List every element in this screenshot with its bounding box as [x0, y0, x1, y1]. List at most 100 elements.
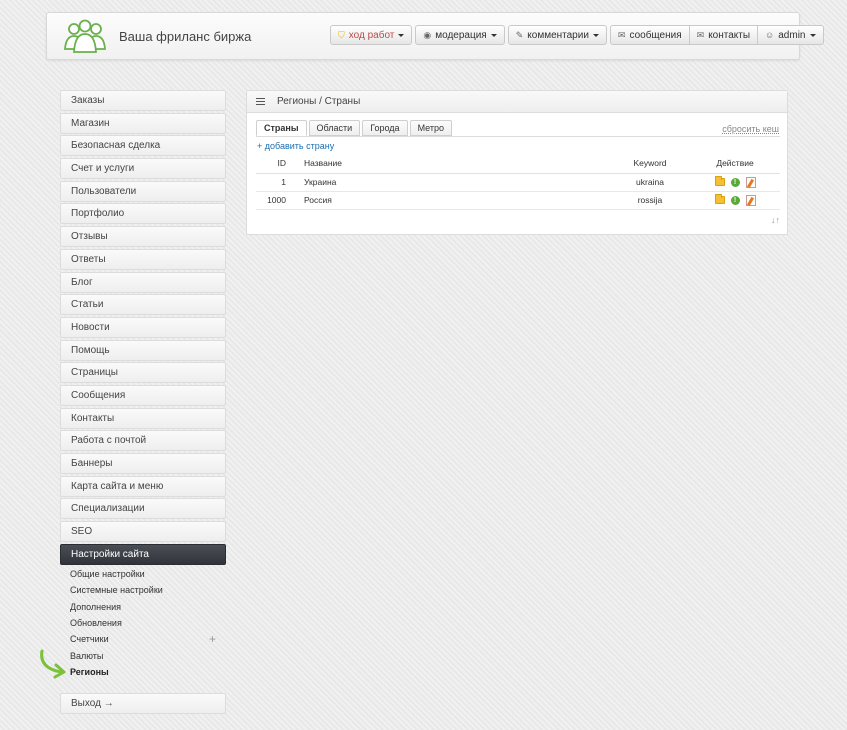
nav-user-group: ✉ сообщения ✉ контакты ☺ admin	[609, 25, 824, 45]
submenu-item-extensions[interactable]: Дополнения	[60, 599, 226, 615]
submenu-item-general[interactable]: Общие настройки	[60, 566, 226, 582]
nav-messages-label: сообщения	[629, 29, 682, 41]
column-header-name[interactable]: Название	[300, 154, 610, 174]
nav-moderation-button[interactable]: ◉ модерация	[415, 25, 505, 45]
nav-progress-button[interactable]: ⛉ ход работ	[330, 25, 413, 45]
toggle-icon[interactable]: !	[730, 177, 740, 187]
sidebar-item-seo[interactable]: SEO	[60, 521, 226, 543]
sidebar-item-articles[interactable]: Статьи	[60, 294, 226, 316]
sidebar-item-mail[interactable]: Работа с почтой	[60, 430, 226, 452]
submenu-item-counters[interactable]: Счетчики +	[60, 631, 226, 647]
chevron-down-icon	[398, 33, 405, 37]
submenu-item-updates[interactable]: Обновления	[60, 615, 226, 631]
toggle-icon[interactable]: !	[730, 195, 740, 205]
cell-name: Россия	[300, 191, 610, 210]
cell-keyword: rossija	[610, 191, 690, 210]
top-navigation: ⛉ ход работ ◉ модерация ✎ комментарии ✉ …	[330, 25, 824, 45]
tab-metro[interactable]: Метро	[409, 120, 453, 136]
column-header-id[interactable]: ID	[256, 154, 300, 174]
submenu-item-label: Счетчики	[70, 634, 109, 645]
logout-button[interactable]: Выход →	[60, 693, 226, 714]
logo-icon[interactable]	[62, 19, 108, 55]
panel-header: Регионы / Страны	[247, 91, 787, 113]
nav-comments-label: комментарии	[527, 29, 589, 41]
nav-contacts-label: контакты	[708, 29, 751, 41]
sort-icon[interactable]: ↓↑	[771, 215, 780, 225]
reset-cache-link[interactable]: сбросить кеш	[722, 124, 779, 134]
submenu-item-label: Регионы	[70, 666, 109, 677]
curved-arrow-icon	[40, 649, 66, 679]
folder-icon[interactable]	[714, 194, 725, 204]
site-title[interactable]: Ваша фриланс биржа	[119, 29, 251, 44]
sidebar-item-blog[interactable]: Блог	[60, 271, 226, 293]
tabs-divider	[256, 136, 780, 137]
cell-id: 1000	[256, 191, 300, 210]
nav-admin-label: admin	[778, 29, 806, 41]
submenu-item-label: Обновления	[70, 618, 122, 629]
sidebar-item-site-settings[interactable]: Настройки сайта	[60, 543, 226, 565]
cell-name: Украина	[300, 173, 610, 192]
chevron-down-icon	[592, 33, 599, 37]
submenu-item-label: Общие настройки	[70, 569, 145, 580]
edit-icon[interactable]	[745, 194, 756, 206]
cell-actions: !	[690, 191, 780, 210]
breadcrumb: Регионы / Страны	[277, 96, 361, 107]
table-row: 1 Украина ukraina !	[256, 173, 780, 192]
column-header-keyword[interactable]: Keyword	[610, 154, 690, 174]
sidebar-item-pages[interactable]: Страницы	[60, 362, 226, 384]
nav-admin-button[interactable]: ☺ admin	[758, 25, 824, 45]
cell-id: 1	[256, 173, 300, 192]
envelope-icon: ✉	[617, 29, 626, 40]
tab-regions[interactable]: Области	[308, 120, 361, 136]
table-row: 1000 Россия rossija !	[256, 191, 780, 210]
cell-keyword: ukraina	[610, 173, 690, 192]
nav-messages-button[interactable]: ✉ сообщения	[609, 25, 690, 45]
eye-icon: ◉	[423, 29, 432, 40]
sidebar-item-portfolio[interactable]: Портфолио	[60, 203, 226, 225]
folder-icon[interactable]	[714, 176, 725, 186]
chevron-down-icon	[490, 33, 497, 37]
tab-cities[interactable]: Города	[362, 120, 408, 136]
countries-table: ID Название Keyword Действие 1 Украина u…	[256, 154, 780, 210]
sidebar-item-users[interactable]: Пользователи	[60, 180, 226, 202]
menu-icon[interactable]	[256, 98, 265, 105]
sidebar-item-billing[interactable]: Счет и услуги	[60, 158, 226, 180]
sidebar-item-contacts[interactable]: Контакты	[60, 407, 226, 429]
plus-icon[interactable]: +	[209, 632, 216, 646]
sidebar-item-banners[interactable]: Баннеры	[60, 453, 226, 474]
submenu-item-label: Валюты	[70, 650, 104, 661]
submenu-item-label: Дополнения	[70, 601, 121, 612]
nav-comments-button[interactable]: ✎ комментарии	[507, 25, 607, 45]
edit-icon[interactable]	[745, 176, 756, 188]
pencil-icon: ✎	[515, 29, 524, 40]
user-icon: ☺	[765, 30, 775, 40]
envelope-icon: ✉	[696, 29, 705, 40]
submenu-item-system[interactable]: Системные настройки	[60, 582, 226, 598]
shield-icon: ⛉	[338, 29, 345, 40]
submenu-item-label: Системные настройки	[70, 585, 163, 596]
sidebar-item-orders[interactable]: Заказы	[60, 90, 226, 111]
cell-actions: !	[690, 173, 780, 192]
nav-contacts-button[interactable]: ✉ контакты	[689, 25, 759, 45]
settings-submenu: Общие настройки Системные настройки Допо…	[60, 566, 226, 680]
sidebar-item-news[interactable]: Новости	[60, 316, 226, 338]
add-country-link[interactable]: + добавить страну	[257, 141, 334, 151]
nav-progress-label: ход работ	[348, 29, 395, 41]
sidebar-item-help[interactable]: Помощь	[60, 339, 226, 361]
sidebar-item-sitemap[interactable]: Карта сайта и меню	[60, 475, 226, 497]
sidebar-item-answers[interactable]: Ответы	[60, 248, 226, 270]
sidebar-item-messages[interactable]: Сообщения	[60, 384, 226, 406]
table-header-row: ID Название Keyword Действие	[256, 154, 780, 174]
sidebar-item-shop[interactable]: Магазин	[60, 112, 226, 134]
chevron-down-icon	[809, 33, 816, 37]
sidebar-item-reviews[interactable]: Отзывы	[60, 226, 226, 248]
sidebar-menu: Заказы Магазин Безопасная сделка Счет и …	[60, 90, 226, 566]
sidebar-item-safe-deal[interactable]: Безопасная сделка	[60, 135, 226, 157]
sidebar-item-specializations[interactable]: Специализации	[60, 498, 226, 520]
region-tabs: Страны Области Города Метро	[256, 120, 453, 136]
regions-panel: Регионы / Страны Страны Области Города М…	[246, 90, 788, 235]
tab-countries[interactable]: Страны	[256, 120, 307, 136]
submenu-item-currencies[interactable]: Валюты	[60, 647, 226, 663]
submenu-item-regions[interactable]: Регионы	[60, 664, 226, 680]
top-header: Ваша фриланс биржа ⛉ ход работ ◉ модерац…	[46, 12, 824, 60]
